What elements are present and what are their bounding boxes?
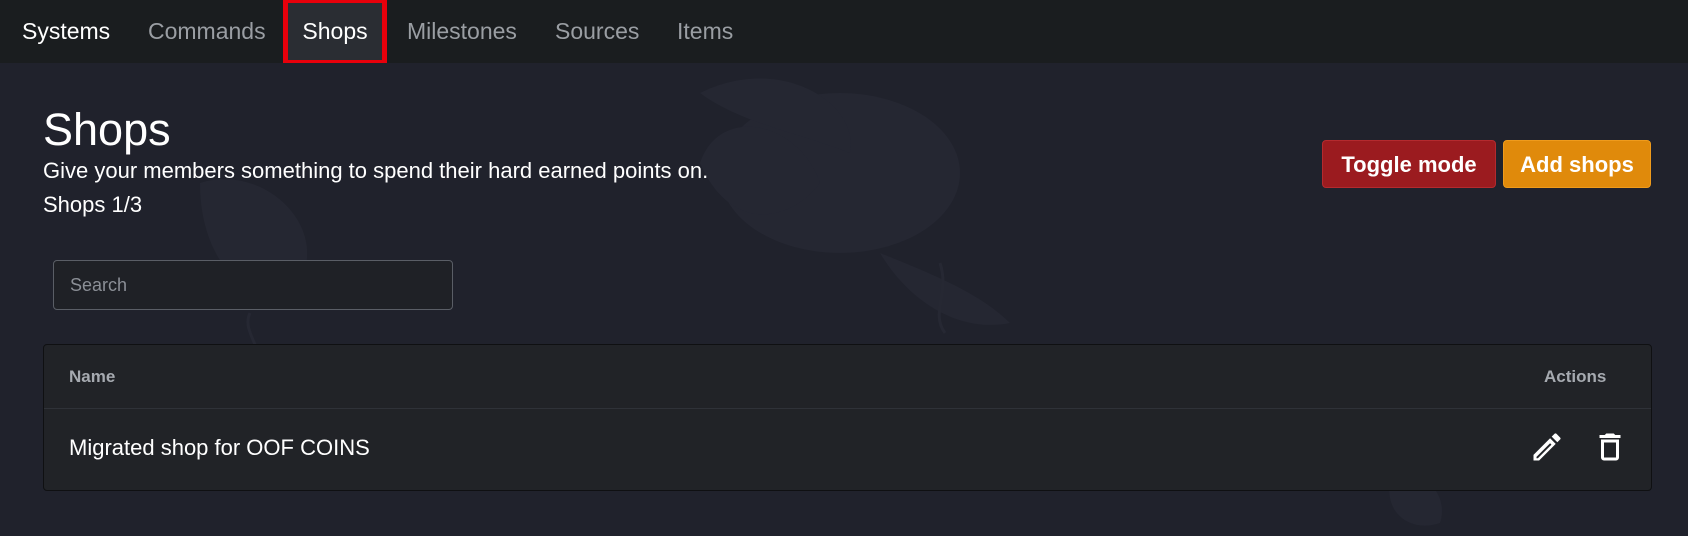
add-shops-button[interactable]: Add shops: [1503, 140, 1651, 188]
page-title: Shops: [43, 104, 171, 155]
column-header-name: Name: [69, 367, 116, 386]
pencil-icon[interactable]: [1529, 429, 1565, 465]
shop-name: Migrated shop for OOF COINS: [69, 435, 370, 460]
trash-icon[interactable]: [1592, 429, 1628, 465]
nav-commands[interactable]: Commands: [148, 0, 266, 63]
nav-shops[interactable]: Shops: [283, 0, 387, 65]
table-row: Migrated shop for OOF COINS: [44, 409, 1651, 490]
nav-systems[interactable]: Systems: [22, 0, 110, 63]
nav-milestones[interactable]: Milestones: [407, 0, 517, 63]
shops-table: Name Actions Migrated shop for OOF COINS: [43, 344, 1652, 491]
shops-count: Shops 1/3: [43, 192, 143, 217]
column-header-actions: Actions: [1544, 367, 1607, 386]
search-input[interactable]: [53, 260, 453, 310]
table-header: Name Actions: [44, 345, 1651, 409]
page-description: Give your members something to spend the…: [43, 158, 709, 183]
main-content: Shops Give your members something to spe…: [0, 63, 1688, 536]
toggle-mode-button[interactable]: Toggle mode: [1322, 140, 1496, 188]
nav-sources[interactable]: Sources: [555, 0, 639, 63]
nav-items[interactable]: Items: [677, 0, 733, 63]
top-navigation: Systems Commands Shops Milestones Source…: [0, 0, 1688, 65]
